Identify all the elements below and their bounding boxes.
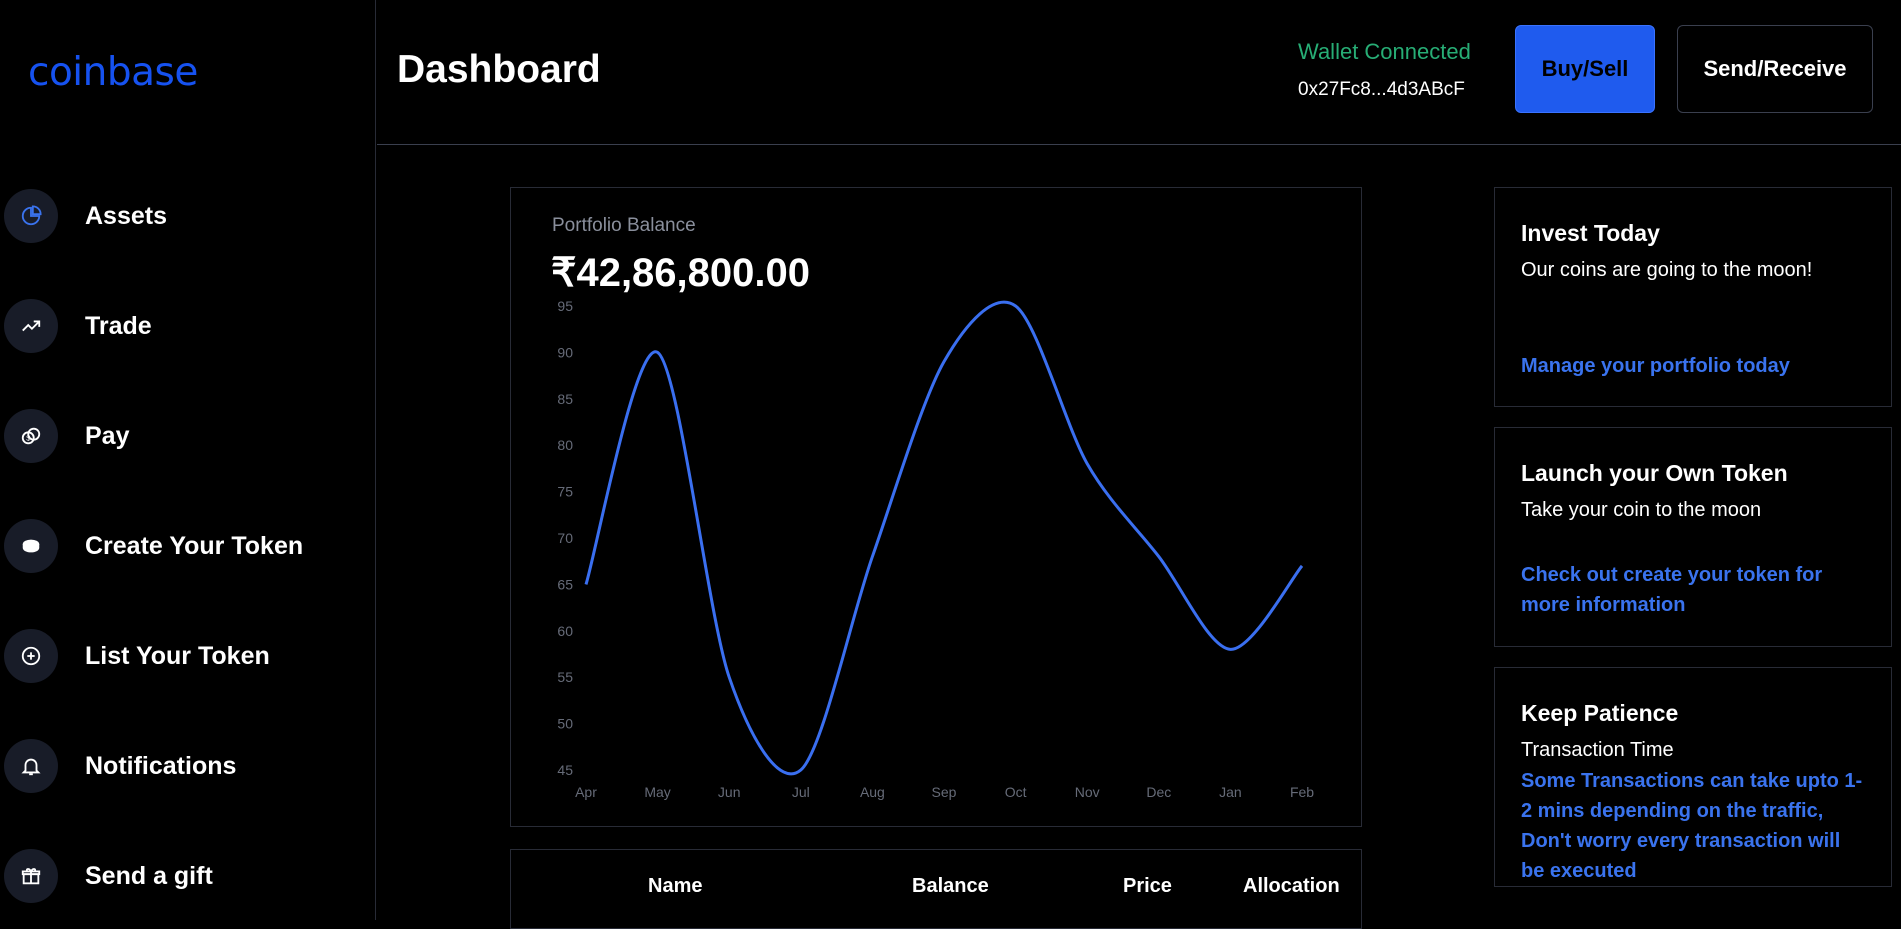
promo-text: Transaction Time <box>1521 739 1674 761</box>
data-point-jan[interactable] <box>1227 646 1233 652</box>
sidebar-item-label: Send a gift <box>85 861 213 890</box>
x-tick-label: Nov <box>1075 784 1100 800</box>
series-line[interactable] <box>584 300 1304 776</box>
table-header-allocation[interactable]: Allocation <box>1243 875 1340 898</box>
sidebar-item-label: Assets <box>85 201 167 230</box>
sidebar-item-label: Trade <box>85 311 152 340</box>
data-point-jun[interactable] <box>726 674 732 680</box>
assets-table: Name Balance Price Allocation <box>510 849 1362 929</box>
y-tick-label: 70 <box>557 530 573 546</box>
promo-card-patience: Keep Patience Transaction Time Some Tran… <box>1494 667 1892 887</box>
promo-card-invest: Invest Today Our coins are going to the … <box>1494 187 1892 407</box>
promo-text: Our coins are going to the moon! <box>1521 259 1813 281</box>
svg-text:$: $ <box>26 434 30 443</box>
x-tick-label: Oct <box>1005 784 1027 800</box>
line-chart[interactable]: 95 90 85 80 75 70 65 60 55 50 45Apr May Jun Jul Aug Sep… <box>511 188 1363 828</box>
wallet-status: Wallet Connected <box>1298 39 1471 64</box>
x-tick-label: Sep <box>932 784 957 800</box>
x-tick-label: Jun <box>718 784 741 800</box>
y-tick-label: 55 <box>557 669 573 685</box>
sidebar-item-label: Pay <box>85 421 130 450</box>
y-tick-label: 75 <box>557 484 573 500</box>
promo-title: Keep Patience <box>1521 700 1679 726</box>
promo-title: Invest Today <box>1521 220 1660 246</box>
y-tick-label: 65 <box>557 576 573 592</box>
y-tick-label: 90 <box>557 344 573 360</box>
x-tick-label: Aug <box>860 784 885 800</box>
wallet-address: 0x27Fc8...4d3ABcF <box>1298 79 1465 100</box>
table-header-name[interactable]: Name <box>648 875 702 898</box>
promo-link[interactable]: Manage your portfolio today <box>1521 351 1866 381</box>
buy-sell-button[interactable]: Buy/Sell <box>1515 25 1655 113</box>
sidebar-item-create-token[interactable]: Create Your Token <box>4 518 364 574</box>
promo-title: Launch your Own Token <box>1521 460 1788 486</box>
y-tick-label: 85 <box>557 391 573 407</box>
x-tick-label: Jul <box>792 784 810 800</box>
portfolio-chart-card: Portfolio Balance ₹42,86,800.00 95 90 85 80… <box>510 187 1362 827</box>
gift-icon <box>4 849 58 903</box>
sidebar-item-send-gift[interactable]: Send a gift <box>4 848 364 904</box>
table-header-balance[interactable]: Balance <box>912 875 989 898</box>
sidebar-item-list-token[interactable]: List Your Token <box>4 628 364 684</box>
y-tick-label: 60 <box>557 623 573 639</box>
trend-up-icon <box>4 299 58 353</box>
page-title: Dashboard <box>397 48 601 91</box>
x-tick-label: May <box>644 784 670 800</box>
header: Dashboard Wallet Connected 0x27Fc8...4d3… <box>377 0 1901 145</box>
data-point-oct[interactable] <box>1013 303 1019 309</box>
sidebar-item-trade[interactable]: Trade <box>4 298 364 354</box>
x-tick-label: Apr <box>575 784 597 800</box>
data-point-nov[interactable] <box>1084 461 1090 467</box>
x-tick-label: Dec <box>1146 784 1171 800</box>
coins-icon: $ <box>4 409 58 463</box>
data-point-sep[interactable] <box>941 359 947 365</box>
promo-card-launch-token: Launch your Own Token Take your coin to … <box>1494 427 1892 647</box>
sidebar-item-assets[interactable]: Assets <box>4 188 364 244</box>
data-point-aug[interactable] <box>869 554 875 560</box>
data-point-feb[interactable] <box>1299 563 1305 569</box>
y-tick-label: 50 <box>557 716 573 732</box>
sidebar-item-pay[interactable]: $ Pay <box>4 408 364 464</box>
sidebar-item-label: Notifications <box>85 751 237 780</box>
bell-icon <box>4 739 58 793</box>
sidebar-item-label: Create Your Token <box>85 531 304 560</box>
data-point-apr[interactable] <box>583 581 589 587</box>
table-header-price[interactable]: Price <box>1123 875 1172 898</box>
token-disc-icon <box>4 519 58 573</box>
promo-text: Take your coin to the moon <box>1521 499 1762 521</box>
y-tick-label: 80 <box>557 437 573 453</box>
promo-link[interactable]: Some Transactions can take upto 1-2 mins… <box>1521 766 1866 886</box>
coinbase-logo[interactable]: coinbase <box>28 50 198 95</box>
pie-chart-icon <box>4 189 58 243</box>
sidebar-item-notifications[interactable]: Notifications <box>4 738 364 794</box>
y-tick-label: 45 <box>557 762 573 778</box>
y-tick-label: 95 <box>557 298 573 314</box>
x-tick-label: Feb <box>1290 784 1314 800</box>
promo-link[interactable]: Check out create your token for more inf… <box>1521 560 1866 620</box>
sidebar-item-label: List Your Token <box>85 641 270 670</box>
x-tick-label: Jan <box>1219 784 1242 800</box>
plus-circle-icon <box>4 629 58 683</box>
sidebar: coinbase Assets Trade $ Pay Create Your … <box>0 0 376 920</box>
send-receive-button[interactable]: Send/Receive <box>1677 25 1873 113</box>
data-point-may[interactable] <box>655 349 661 355</box>
data-point-dec[interactable] <box>1156 554 1162 560</box>
data-point-jul[interactable] <box>798 767 804 773</box>
